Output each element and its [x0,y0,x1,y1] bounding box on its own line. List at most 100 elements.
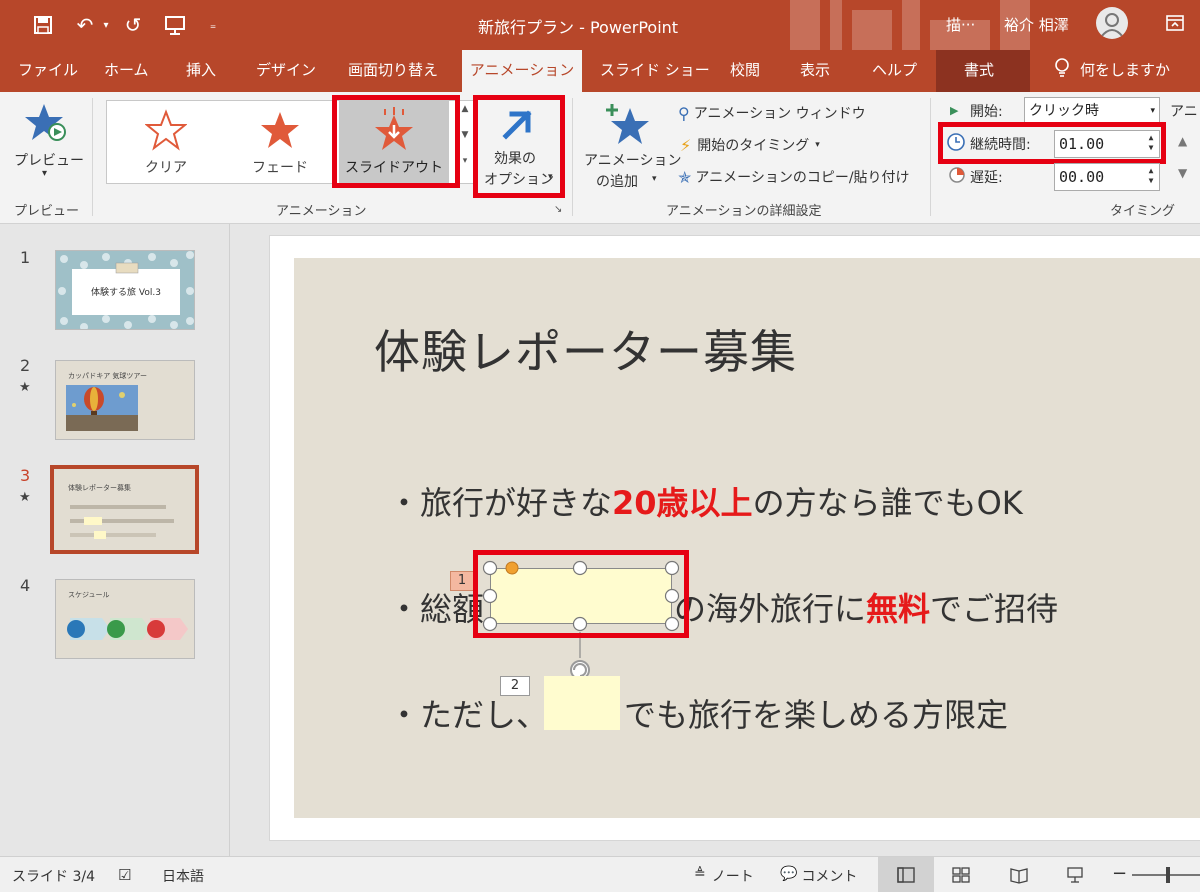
zoom-slider[interactable] [1132,867,1200,883]
tab-animations[interactable]: アニメーション [462,50,582,92]
balloon-photo [66,385,138,431]
bullet-1-pre: 旅行が好きな [420,484,613,522]
gallery-scroll-up[interactable]: ▲ [458,104,472,124]
bullet-mark: ・ [388,484,421,522]
preview-label: プレビュー [14,153,84,169]
star-preview-icon [25,104,66,141]
bullet-mark: ・ [388,696,421,734]
thumb-4-title: スケジュール [68,591,110,599]
annotation-box-effect-options [473,95,565,198]
add-animation-dropdown-icon: ▾ [652,174,657,184]
comment-icon: 💬 [780,866,798,882]
scroll-up-icon[interactable]: ▲ [1178,134,1187,148]
group-separator [92,98,93,216]
animation-tag-2[interactable]: 2 [500,676,530,696]
schedule-arrows [67,618,188,640]
customize-qat-icon[interactable]: ₌ [204,10,222,40]
group-separator [572,98,573,216]
thumb-number: 1 [20,248,31,267]
delay-input[interactable]: 00.00 ▲ ▼ [1054,163,1160,191]
gallery-item-clear[interactable]: クリア [111,101,221,183]
tab-insert[interactable]: 挿入 [186,50,216,92]
bullet-1-highlight: 20歳以上 [612,484,753,522]
slide-title[interactable]: 体験レポーター募集 [374,316,797,382]
undo-dropdown-icon[interactable]: ▾ [100,10,112,40]
tab-transitions[interactable]: 画面切り替え [348,50,438,92]
sticky-shape-2[interactable] [544,676,620,730]
star-fade-icon [261,112,299,148]
tell-me-label: 何をしますか [1080,60,1171,79]
slide-sorter-icon[interactable] [952,867,970,887]
zoom-slider-thumb[interactable] [1166,867,1170,883]
slide-thumbnail-3[interactable]: 体験レポーター募集 [50,465,199,554]
ribbon-display-options-icon[interactable] [1164,12,1186,34]
slide-thumbnail-1[interactable]: 体験する旅 Vol.3 [55,250,195,330]
scroll-down-icon[interactable]: ▼ [1178,166,1187,180]
notes-button[interactable]: ≜ ノート [694,866,754,886]
title-extra-label: 描··· [946,16,976,34]
tab-view[interactable]: 表示 [800,50,830,92]
slide-thumbnail-2[interactable]: カッパドキア 気球ツアー [55,360,195,440]
add-animation-label-2: の追加 [596,174,638,190]
animation-pane-button[interactable]: ⚲ アニメーション ウィンドウ [678,101,866,125]
gallery-item-fade[interactable]: フェード [225,101,335,183]
redo-icon[interactable]: ↺ [118,10,148,40]
bullet-1-post: の方なら誰でもOK [752,484,1023,522]
animation-painter-button[interactable]: ✯ アニメーションのコピー/貼り付け [678,165,910,189]
tab-home[interactable]: ホーム [104,50,149,92]
delay-spinner[interactable]: ▲ ▼ [1145,166,1157,188]
notes-label: ノート [711,869,754,885]
thumb-number: 2 [20,356,31,375]
animation-tag-1[interactable]: 1 [450,571,474,591]
thumb-animation-star: ★ [19,380,31,395]
bullet-3-post[interactable]: でも旅行を楽しめる方限定 [624,690,1008,736]
reading-view-icon[interactable] [1010,866,1028,888]
tab-design[interactable]: デザイン [256,50,316,92]
start-select-dropdown-icon: ▾ [1150,106,1155,116]
gallery-more[interactable]: ▾ [458,156,472,178]
annotation-box-duration [938,122,1166,164]
normal-view-icon [897,867,915,883]
gallery-scroll-down[interactable]: ▼ [458,130,472,150]
comments-button[interactable]: 💬 コメント [780,866,857,886]
gallery-label-fade: フェード [252,160,308,176]
bullet-mark: ・ [388,590,421,628]
normal-view-button[interactable] [878,857,934,892]
bullet-text-1[interactable]: 旅行が好きな20歳以上の方なら誰でもOK [420,478,1023,524]
tab-review[interactable]: 校閲 [730,50,760,92]
spell-check-icon[interactable]: ☑ [118,866,131,884]
star-add-icon [606,104,649,144]
trigger-button[interactable]: ⚡ 開始のタイミング ▾ [680,133,820,157]
save-icon[interactable] [28,10,58,40]
title-bar: ↶ ▾ ↺ ₌ 新旅行プラン - PowerPoint 描··· 裕介 相澤 [0,0,1200,50]
add-animation-label-1: アニメーション [584,153,682,169]
star-outline-icon [145,109,187,151]
animation-dialog-launcher-icon[interactable]: ↘ [554,204,566,216]
preview-button[interactable]: プレビュー ▾ [10,98,84,186]
tell-me-search[interactable]: 何をしますか [1054,58,1170,80]
lightbulb-icon [1055,58,1069,77]
notes-icon: ≜ [694,866,706,882]
tab-help[interactable]: ヘルプ [872,50,917,92]
slide-thumbnail-4[interactable]: スケジュール [55,579,195,659]
zoom-out-icon[interactable]: − [1112,863,1127,884]
start-select[interactable]: クリック時 ▾ [1024,97,1160,125]
tab-format[interactable]: 書式 [964,50,994,92]
language[interactable]: 日本語 [162,866,204,886]
avatar[interactable] [1096,7,1128,39]
tab-slideshow[interactable]: スライド ショー [600,50,710,92]
bullet-3-pre[interactable]: ただし、 [420,690,548,736]
slideshow-view-icon[interactable] [1066,866,1084,888]
presentation-from-start-icon[interactable] [160,10,190,40]
gallery-label-clear: クリア [145,160,187,176]
bullet-text-2[interactable]: の海外旅行に無料でご招待 [674,584,1058,630]
timing-cut-label: アニ [1170,104,1198,120]
lightning-icon: ⚡ [680,135,692,155]
trigger-dropdown-icon: ▾ [815,140,820,150]
undo-icon[interactable]: ↶ [70,10,100,40]
animation-painter-label: アニメーションのコピー/貼り付け [695,170,910,186]
add-animation-button[interactable]: アニメーション の追加 ▾ [578,98,681,194]
user-name[interactable]: 裕介 相澤 [1004,14,1069,35]
delay-icon [948,166,966,188]
tab-file[interactable]: ファイル [18,50,78,92]
